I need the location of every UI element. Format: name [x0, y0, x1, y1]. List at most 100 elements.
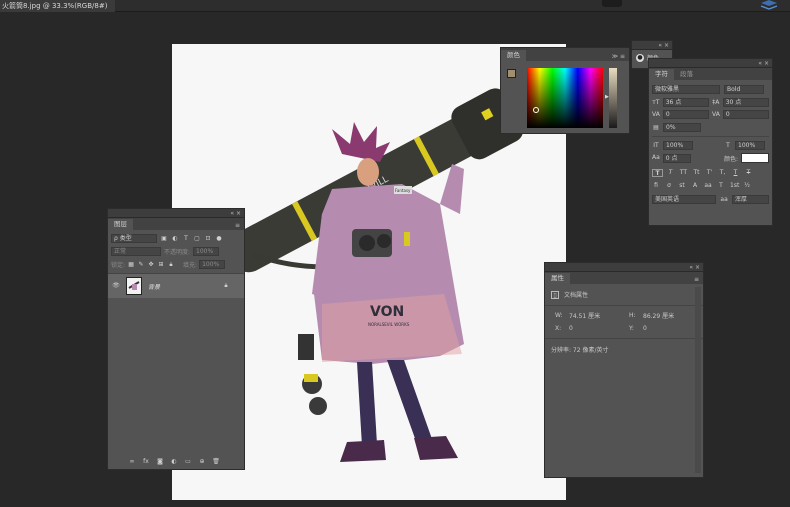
slider-arrow-icon: ▶: [605, 94, 609, 100]
layers-footer: ∞ fx ◙ ◐ ▭ ⊕ 🗑︎: [128, 458, 220, 466]
section-title: 文档属性: [564, 292, 589, 299]
link-layers-icon[interactable]: ∞: [128, 458, 136, 466]
filter-type-icon[interactable]: T: [182, 235, 190, 243]
layer-row[interactable]: 👁︎ 背景 🔒︎: [108, 274, 244, 298]
font-family-select[interactable]: 微软雅黑: [652, 85, 720, 94]
filter-pixel-icon[interactable]: ▣: [160, 235, 168, 243]
layers-panel: « × 图层 ≡ ρ 类型 ▣ ◐ T ▢ ⊡ ● 正常 不透明度: 100% …: [107, 208, 245, 470]
filter-adjust-icon[interactable]: ◐: [171, 235, 179, 243]
layer-kind-filter[interactable]: ρ 类型: [111, 234, 157, 243]
strikethrough-button[interactable]: T: [743, 169, 754, 177]
x-value[interactable]: 0: [569, 325, 625, 332]
filter-shape-icon[interactable]: ▢: [193, 235, 201, 243]
tab-character[interactable]: 字符: [649, 69, 674, 80]
layer-style-icon[interactable]: fx: [142, 458, 150, 466]
baseline-shift-field[interactable]: 0 点: [662, 153, 691, 163]
h-value[interactable]: 86.29 厘米: [643, 311, 674, 320]
delete-layer-icon[interactable]: 🗑︎: [212, 458, 220, 466]
horizontal-scale-icon: T: [726, 141, 730, 149]
horizontal-scale-field[interactable]: 100%: [735, 141, 765, 150]
opacity-field[interactable]: 100%: [193, 247, 220, 256]
properties-scrollbar[interactable]: [695, 287, 701, 473]
y-value[interactable]: 0: [643, 325, 647, 332]
tsume-field[interactable]: 0%: [663, 123, 701, 132]
filter-smart-icon[interactable]: ⊡: [204, 235, 212, 243]
properties-panel: « × 属性 ≡ ▯ 文档属性 W: 74.51 厘米 H: 86.29 厘米 …: [544, 262, 704, 478]
document-icon: ▯: [551, 290, 559, 299]
tab-layers[interactable]: 图层: [108, 219, 133, 230]
tab-color[interactable]: 颜色: [501, 50, 526, 61]
tsume-icon: ▤: [653, 123, 659, 131]
tracking-icon: VA: [712, 110, 720, 118]
character-panel: « × 字符 段落 微软雅黑 Bold тT 36 点 ‡A 30 点 VA 0…: [648, 58, 773, 226]
jacket-subtext: NORALSEVIL WORKS: [368, 322, 410, 327]
small-caps-button[interactable]: Tt: [691, 169, 702, 177]
w-value[interactable]: 74.51 厘米: [569, 311, 625, 320]
baseline-shift-icon: Aa: [652, 154, 660, 161]
document-tab-bar: [0, 0, 790, 12]
tab-properties[interactable]: 属性: [545, 273, 570, 284]
faux-italic-button[interactable]: T: [665, 169, 676, 177]
x-label: X:: [555, 325, 562, 332]
swash-icon[interactable]: st: [678, 182, 686, 190]
color-label: 颜色:: [723, 155, 738, 163]
font-style-select[interactable]: Bold: [724, 85, 764, 94]
panel-menu-icon[interactable]: ≫ ≡: [612, 52, 629, 61]
subscript-button[interactable]: T,: [717, 169, 728, 177]
font-size-field[interactable]: 36 点: [662, 98, 709, 107]
language-select[interactable]: 美国英语: [652, 195, 717, 204]
y-label: Y:: [629, 325, 634, 332]
adjustment-layer-icon[interactable]: ◐: [170, 458, 178, 466]
fractions-icon[interactable]: 1st: [730, 182, 739, 190]
brightness-slider[interactable]: [609, 68, 617, 128]
underline-button[interactable]: T: [730, 169, 741, 177]
alternates-icon[interactable]: σ: [665, 182, 673, 190]
antialias-icon: aa: [720, 195, 728, 203]
jacket-text: VON: [370, 304, 404, 320]
font-size-icon: тT: [652, 98, 660, 106]
properties-menu-icon[interactable]: ≡: [694, 275, 703, 284]
add-mask-icon[interactable]: ◙: [156, 458, 164, 466]
color-spectrum[interactable]: [527, 68, 603, 128]
superscript-button[interactable]: T': [704, 169, 715, 177]
stylistic-icon[interactable]: A: [691, 182, 699, 190]
document-tab[interactable]: 火箭筒8.jpg @ 33.3%(RGB/8#): [0, 0, 116, 12]
titling-icon[interactable]: aa: [704, 182, 712, 190]
new-layer-icon[interactable]: ⊕: [198, 458, 206, 466]
leading-icon: ‡A: [712, 98, 720, 106]
lock-paint-icon[interactable]: ✎: [137, 261, 145, 269]
w-label: W:: [555, 312, 563, 319]
blend-mode-select[interactable]: 正常: [111, 247, 161, 256]
vertical-scale-field[interactable]: 100%: [663, 141, 693, 150]
tab-paragraph[interactable]: 段落: [674, 69, 699, 80]
faux-bold-button[interactable]: T: [652, 169, 663, 177]
layers-menu-icon[interactable]: ≡: [235, 221, 244, 230]
all-caps-button[interactable]: TT: [678, 169, 689, 177]
new-group-icon[interactable]: ▭: [184, 458, 192, 466]
color-picker-marker[interactable]: [533, 107, 539, 113]
text-color-swatch[interactable]: [740, 153, 769, 163]
filter-toggle-icon[interactable]: ●: [215, 235, 223, 243]
leading-field[interactable]: 30 点: [722, 98, 769, 107]
ligature-icon[interactable]: fi: [652, 182, 660, 190]
antialias-select[interactable]: 浑厚: [731, 195, 769, 204]
color-panel: 颜色 ≫ ≡ ▶: [500, 47, 630, 134]
fill-label: 填充:: [183, 262, 198, 269]
lock-all-icon[interactable]: 🔒︎: [167, 261, 175, 269]
kerning-field[interactable]: 0: [662, 110, 709, 119]
fill-field[interactable]: 100%: [199, 260, 226, 269]
kerning-icon: VA: [652, 110, 660, 118]
visibility-eye-icon[interactable]: 👁︎: [112, 282, 120, 290]
half-icon[interactable]: ½: [743, 182, 751, 190]
workspace-toggle-button[interactable]: [602, 0, 622, 7]
vertical-scale-icon: IT: [653, 141, 659, 149]
lock-transparent-icon[interactable]: ▦: [127, 261, 135, 269]
ordinal-icon[interactable]: T: [717, 182, 725, 190]
color-wheel-icon[interactable]: ●: [636, 53, 644, 62]
lock-move-icon[interactable]: ✥: [147, 261, 155, 269]
layer-name[interactable]: 背景: [148, 282, 160, 291]
h-label: H:: [629, 312, 636, 319]
lock-artboard-icon[interactable]: ⊞: [157, 261, 165, 269]
foreground-swatch[interactable]: [507, 69, 516, 78]
tracking-field[interactable]: 0: [722, 110, 769, 119]
